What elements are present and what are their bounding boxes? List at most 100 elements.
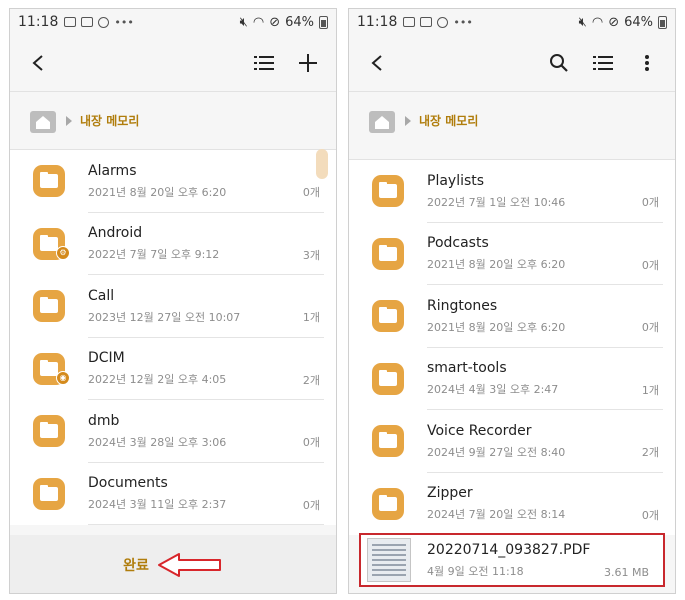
- back-arrow-icon: [371, 55, 382, 71]
- item-name: DCIM: [88, 350, 125, 367]
- folder-icon: [33, 415, 65, 448]
- list-view-button[interactable]: [252, 51, 276, 75]
- check-icon: [98, 16, 110, 28]
- settings-badge-icon: ⚙: [56, 245, 70, 260]
- scrollbar-thumb[interactable]: [316, 149, 328, 179]
- folder-icon: [372, 237, 404, 270]
- camera-badge-icon: ◉: [56, 370, 70, 385]
- done-button[interactable]: 완료: [123, 555, 149, 575]
- arrow-annotation-icon: [157, 553, 221, 577]
- home-folder-icon[interactable]: [369, 109, 395, 133]
- more-notifications-icon: •••: [453, 15, 473, 29]
- status-bar: 11:18 ••• 🔇︎ ◠ ⊘ 64%: [10, 9, 336, 35]
- back-button[interactable]: [26, 51, 50, 75]
- list-item[interactable]: Podcasts 2021년 8월 20일 오후 6:20 0개: [349, 223, 675, 285]
- notification-icons: •••: [403, 15, 473, 29]
- file-name: 20220714_093827.PDF: [427, 541, 591, 558]
- gallery-icon: [403, 17, 416, 27]
- list-item[interactable]: Call 2023년 12월 27일 오전 10:07 1개: [10, 275, 336, 338]
- list-item[interactable]: dmb 2024년 3월 28일 오후 3:06 0개: [10, 400, 336, 463]
- list-item[interactable]: Playlists 2022년 7월 1일 오전 10:46 0개: [349, 160, 675, 223]
- item-date: 2024년 4월 3일 오후 2:47: [427, 383, 559, 397]
- status-right: 🔇︎ ◠ ⊘ 64%: [240, 15, 328, 30]
- folder-icon: [372, 487, 404, 520]
- item-name: smart-tools: [427, 360, 507, 377]
- list-item[interactable]: Alarms 2021년 8월 20일 오후 6:20 0개: [10, 150, 336, 213]
- folder-icon: [33, 290, 65, 323]
- item-count: 0개: [302, 186, 320, 199]
- home-folder-icon[interactable]: [30, 109, 56, 133]
- folder-icon: [33, 477, 65, 510]
- breadcrumb-arrow-icon: [405, 115, 411, 126]
- item-count: 2개: [641, 446, 659, 459]
- item-name: Playlists: [427, 172, 485, 189]
- status-time: 11:18: [357, 14, 398, 30]
- item-name: dmb: [88, 412, 120, 429]
- folder-list: Alarms 2021년 8월 20일 오후 6:20 0개 ⚙ Android…: [10, 149, 336, 525]
- more-vert-icon: [645, 55, 649, 71]
- pdf-file-item[interactable]: 20220714_093827.PDF 4월 9일 오전 11:18 3.61 …: [359, 533, 665, 587]
- list-item[interactable]: ⚙ Android 2022년 7월 7일 오후 9:12 3개: [10, 213, 336, 275]
- item-date: 2021년 8월 20일 오후 6:20: [88, 185, 227, 199]
- folder-list: Playlists 2022년 7월 1일 오전 10:46 0개 Podcas…: [349, 159, 675, 535]
- item-name: Documents: [88, 475, 168, 492]
- battery-label: 64%: [285, 14, 314, 30]
- search-icon: [550, 54, 568, 72]
- file-size: 3.61 MB: [603, 566, 649, 579]
- more-notifications-icon: •••: [114, 15, 134, 29]
- list-item[interactable]: Documents 2024년 3월 11일 오후 2:37 0개: [10, 463, 336, 525]
- toolbar: [10, 35, 336, 91]
- item-count: 0개: [641, 258, 659, 272]
- item-count: 1개: [641, 383, 659, 397]
- breadcrumb-label[interactable]: 내장 메모리: [80, 112, 139, 129]
- list-view-button[interactable]: [591, 51, 615, 75]
- status-bar: 11:18 ••• 🔇︎ ◠ ⊘ 64%: [349, 9, 675, 35]
- item-name: Zipper: [427, 485, 473, 502]
- battery-label: 64%: [624, 14, 653, 30]
- battery-icon: [658, 15, 667, 29]
- item-name: Voice Recorder: [427, 422, 532, 439]
- item-name: Ringtones: [427, 297, 498, 314]
- back-button[interactable]: [365, 51, 389, 75]
- wifi-icon: ◠: [591, 14, 604, 30]
- list-view-icon: [254, 56, 274, 70]
- mute-icon: 🔇︎: [239, 14, 248, 30]
- list-item[interactable]: smart-tools 2024년 4월 3일 오후 2:47 1개: [349, 348, 675, 410]
- folder-icon: [372, 300, 404, 333]
- add-button[interactable]: [296, 51, 320, 75]
- pdf-thumbnail: [367, 538, 411, 582]
- dnd-icon: ⊘: [269, 14, 281, 30]
- bottom-action-bar: 완료: [10, 535, 336, 593]
- search-button[interactable]: [547, 51, 571, 75]
- check-icon: [437, 16, 449, 28]
- plus-icon: [299, 54, 317, 72]
- folder-icon: [372, 175, 404, 208]
- item-date: 2024년 3월 11일 오후 2:37: [88, 498, 227, 512]
- item-count: 1개: [302, 311, 320, 324]
- item-count: 0개: [641, 508, 659, 522]
- item-date: 2022년 7월 1일 오전 10:46: [427, 195, 566, 209]
- item-date: 2022년 12월 2일 오후 4:05: [88, 373, 227, 387]
- item-name: Alarms: [88, 162, 137, 179]
- item-count: 0개: [641, 196, 659, 209]
- list-item[interactable]: Ringtones 2021년 8월 20일 오후 6:20 0개: [349, 285, 675, 348]
- list-item[interactable]: Voice Recorder 2024년 9월 27일 오전 8:40 2개: [349, 410, 675, 473]
- more-options-button[interactable]: [635, 51, 659, 75]
- item-date: 2023년 12월 27일 오전 10:07: [88, 310, 241, 324]
- breadcrumb: 내장 메모리: [10, 91, 336, 149]
- item-count: 0개: [302, 436, 320, 449]
- status-time: 11:18: [18, 14, 59, 30]
- notification-icons: •••: [64, 15, 134, 29]
- folder-icon: [372, 362, 404, 395]
- breadcrumb-label[interactable]: 내장 메모리: [419, 112, 478, 129]
- item-name: Call: [88, 287, 115, 304]
- dnd-icon: ⊘: [608, 14, 620, 30]
- item-count: 0개: [641, 321, 659, 334]
- item-date: 2024년 9월 27일 오전 8:40: [427, 445, 566, 459]
- breadcrumb: 내장 메모리: [349, 91, 675, 149]
- list-view-icon: [593, 56, 613, 70]
- left-screen: 11:18 ••• 🔇︎ ◠ ⊘ 64% 내장 메모리 Alarms 2021년…: [9, 8, 337, 594]
- list-item[interactable]: Zipper 2024년 7월 20일 오전 8:14 0개: [349, 473, 675, 535]
- item-date: 2021년 8월 20일 오후 6:20: [427, 258, 566, 272]
- list-item[interactable]: ◉ DCIM 2022년 12월 2일 오후 4:05 2개: [10, 338, 336, 400]
